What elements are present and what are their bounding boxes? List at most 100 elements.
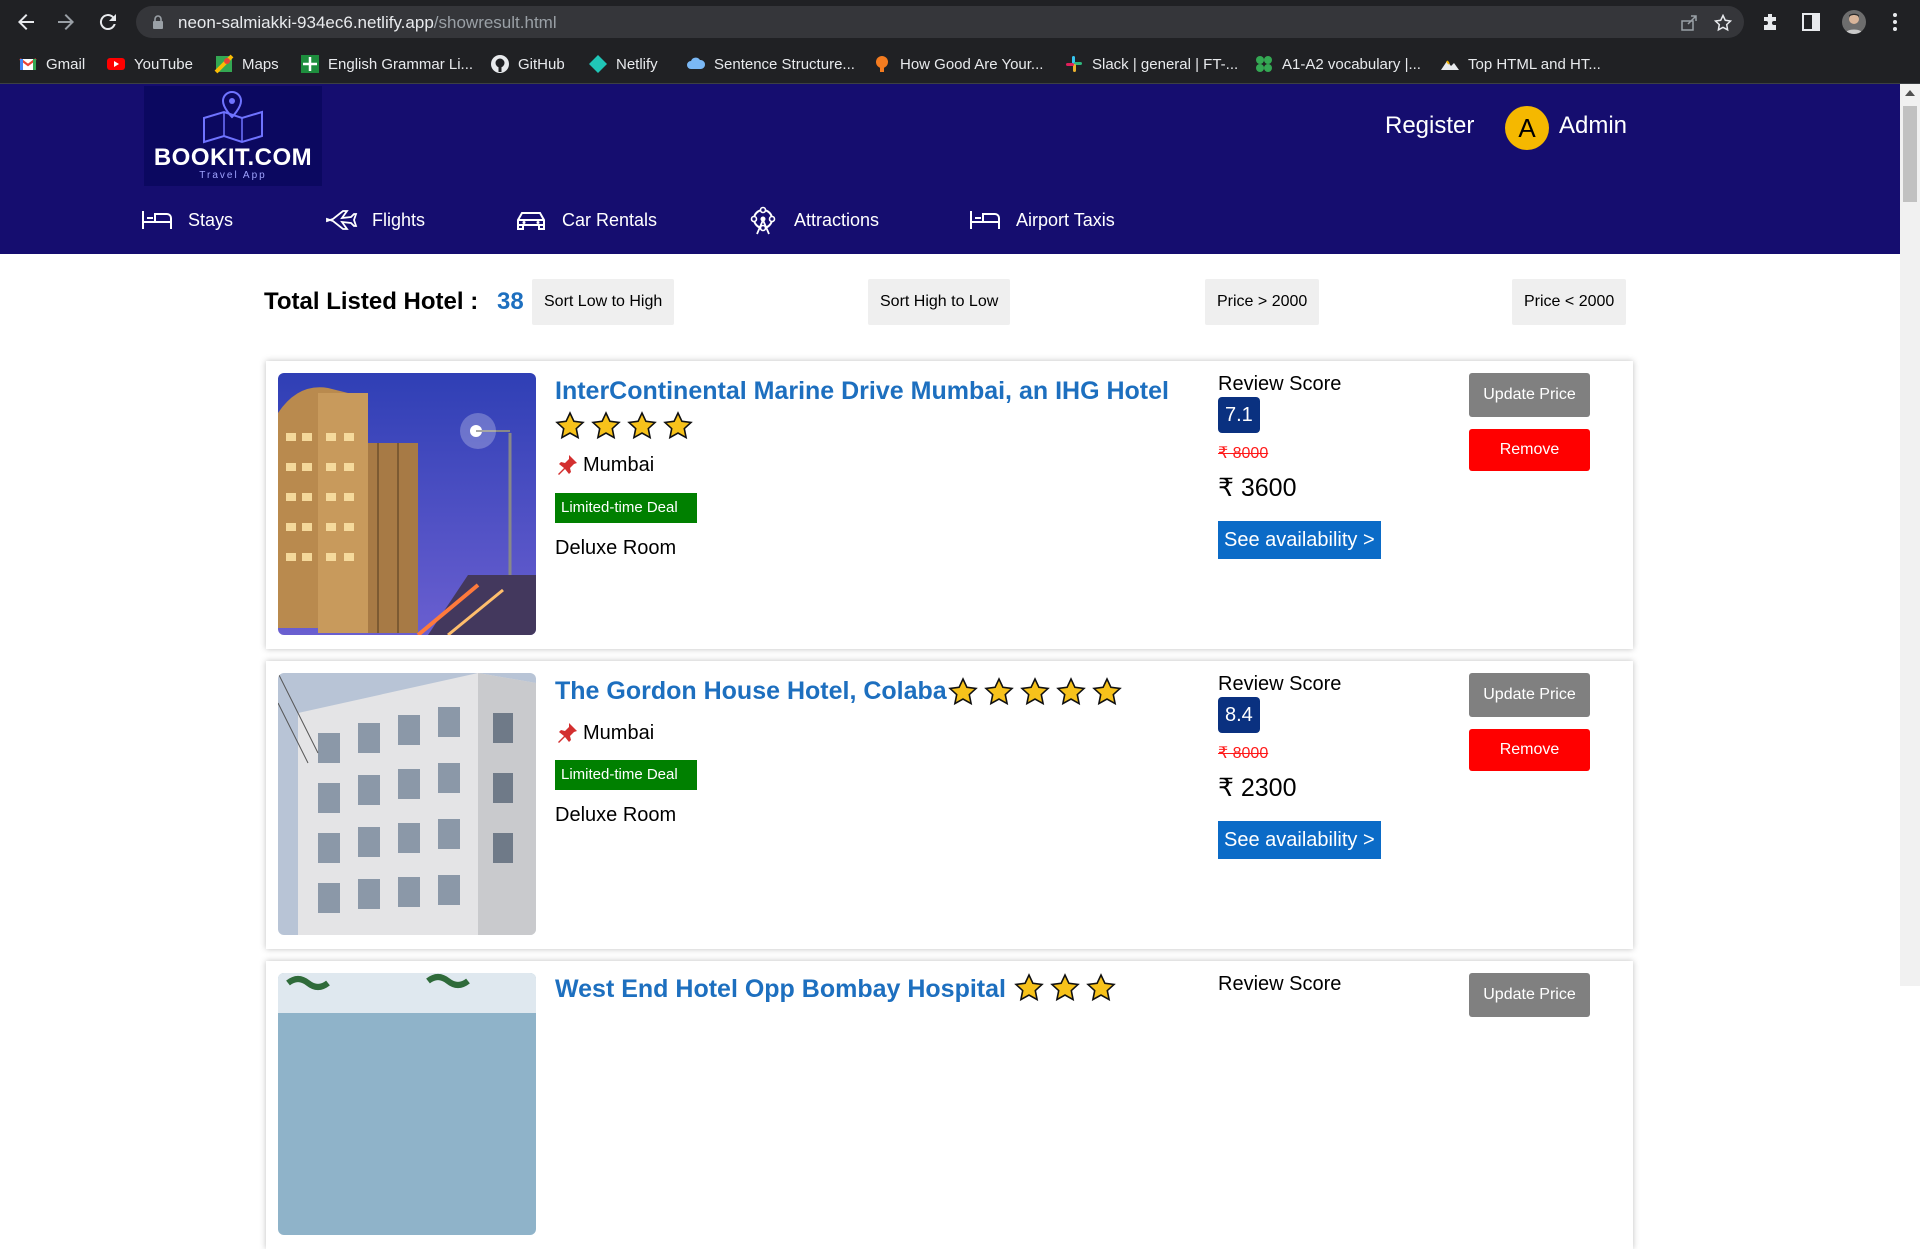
tab-attractions[interactable]: Attractions [746, 202, 879, 238]
update-price-button[interactable]: Update Price [1469, 373, 1590, 417]
bed-icon [142, 211, 172, 229]
lock-icon [153, 15, 163, 29]
total-listed-count: 38 [497, 288, 524, 315]
scroll-up-icon[interactable] [1905, 90, 1915, 96]
user-avatar[interactable]: A [1505, 106, 1549, 150]
remove-button[interactable]: Remove [1469, 729, 1590, 771]
star-icon [555, 411, 585, 440]
hotel-photo[interactable] [278, 673, 536, 935]
hotel-location: Mumbai [555, 453, 654, 477]
star-icon [948, 677, 978, 706]
back-icon[interactable] [14, 10, 38, 34]
side-panel-icon[interactable] [1800, 11, 1822, 33]
location-label: Mumbai [583, 453, 655, 476]
hotel-photo[interactable] [278, 373, 536, 635]
bookmark-label: Maps [242, 55, 279, 73]
hotel-name[interactable]: InterContinental Marine Drive Mumbai, an… [555, 377, 1169, 406]
bookmark-tophtml[interactable]: Top HTML and HT... [1440, 44, 1601, 84]
hotel-location: Mumbai [555, 721, 654, 745]
location-label: Mumbai [583, 721, 655, 744]
hotel-name[interactable]: West End Hotel Opp Bombay Hospital [555, 975, 1006, 1004]
star-icon [1086, 973, 1116, 1002]
hotel-card: The Gordon House Hotel, Colaba Mumbai Li… [266, 661, 1633, 949]
clover-icon [1256, 56, 1272, 72]
forward-icon[interactable] [54, 10, 78, 34]
share-icon[interactable] [1680, 14, 1698, 32]
update-price-button[interactable]: Update Price [1469, 673, 1590, 717]
bookmark-label: A1-A2 vocabulary |... [1282, 55, 1421, 73]
bookmark-slack[interactable]: Slack | general | FT-... [1064, 44, 1238, 84]
tab-flights[interactable]: Flights [324, 202, 425, 238]
star-bookmark-icon[interactable] [1714, 14, 1732, 32]
bookmark-label: GitHub [518, 55, 565, 73]
bookmark-grammar[interactable]: English Grammar Li... [300, 44, 473, 84]
bookmark-gmail[interactable]: Gmail [18, 44, 85, 84]
see-availability-button[interactable]: See availability > [1218, 521, 1381, 559]
star-icon [1050, 973, 1080, 1002]
profile-avatar[interactable] [1842, 10, 1866, 34]
maps-icon [214, 54, 234, 74]
bookmark-label: English Grammar Li... [328, 55, 474, 73]
bookmark-sentence[interactable]: Sentence Structure... [686, 44, 855, 84]
sort-low-high-button[interactable]: Sort Low to High [532, 279, 675, 325]
mountain-icon [1441, 60, 1459, 70]
remove-button[interactable]: Remove [1469, 429, 1590, 471]
star-icon [663, 411, 693, 440]
pushpin-icon [558, 455, 577, 475]
bookmark-label: Netlify [616, 55, 658, 73]
tab-airport-taxis[interactable]: Airport Taxis [968, 202, 1115, 238]
user-name[interactable]: Admin [1559, 112, 1627, 140]
register-link[interactable]: Register [1385, 112, 1474, 140]
browser-toolbar: neon-salmiakki-934ec6.netlify.app/showre… [0, 0, 1920, 44]
url-text: neon-salmiakki-934ec6.netlify.app/showre… [178, 13, 557, 32]
grammar-icon [301, 55, 319, 73]
sort-high-low-button[interactable]: Sort High to Low [868, 279, 1011, 325]
bookmark-youtube[interactable]: YouTube [106, 44, 193, 84]
bookmark-vocab[interactable]: A1-A2 vocabulary |... [1254, 44, 1421, 84]
bookmark-netlify[interactable]: Netlify [588, 44, 658, 84]
current-price: ₹ 3600 [1218, 474, 1297, 502]
price-greater-button[interactable]: Price > 2000 [1205, 279, 1320, 325]
original-price: ₹ 8000 [1218, 745, 1269, 762]
cloud-icon [687, 57, 706, 69]
page-scrollbar[interactable] [1900, 84, 1920, 986]
deal-badge: Limited-time Deal [555, 493, 697, 523]
attractions-icon [750, 206, 776, 235]
hotel-name[interactable]: The Gordon House Hotel, Colaba [555, 677, 947, 706]
price-less-button[interactable]: Price < 2000 [1512, 279, 1627, 325]
review-score-label: Review Score [1218, 373, 1342, 395]
scrollbar-thumb[interactable] [1903, 106, 1917, 202]
logo[interactable]: BOOKIT.COM Travel App [144, 86, 322, 186]
deal-badge: Limited-time Deal [555, 760, 697, 790]
tab-label: Attractions [794, 209, 880, 230]
tab-label: Car Rentals [562, 209, 658, 230]
review-score-badge: 7.1 [1218, 397, 1260, 433]
tab-label: Flights [372, 209, 426, 230]
bookmark-howgood[interactable]: How Good Are Your... [872, 44, 1043, 84]
map-pin-logo-icon [203, 90, 263, 144]
star-icon [984, 677, 1014, 706]
see-availability-button[interactable]: See availability > [1218, 821, 1381, 859]
current-price: ₹ 2300 [1218, 774, 1297, 802]
address-bar[interactable]: neon-salmiakki-934ec6.netlify.app/showre… [136, 6, 1744, 38]
reload-icon[interactable] [96, 10, 120, 34]
car-icon [517, 212, 545, 230]
slack-icon [1066, 56, 1082, 72]
tab-car-rentals[interactable]: Car Rentals [514, 202, 657, 238]
netlify-icon [589, 55, 607, 73]
update-price-button[interactable]: Update Price [1469, 973, 1590, 1017]
bookmarks-bar: Gmail YouTube Maps English Grammar Li...… [0, 44, 1920, 84]
menu-dots-icon[interactable] [1884, 11, 1906, 33]
pushpin-icon [558, 723, 577, 743]
site-header: BOOKIT.COM Travel App Register A Admin S… [0, 84, 1900, 254]
bookmark-github[interactable]: GitHub [490, 44, 565, 84]
room-type: Deluxe Room [555, 537, 677, 559]
bookmark-maps[interactable]: Maps [214, 44, 279, 84]
hotel-card: InterContinental Marine Drive Mumbai, an… [266, 361, 1633, 649]
tab-stays[interactable]: Stays [140, 202, 233, 238]
extensions-icon[interactable] [1760, 11, 1782, 33]
hotel-photo[interactable] [278, 973, 536, 1235]
star-icon [1014, 973, 1044, 1002]
plane-icon [326, 210, 358, 230]
bookmark-label: Gmail [46, 55, 86, 73]
